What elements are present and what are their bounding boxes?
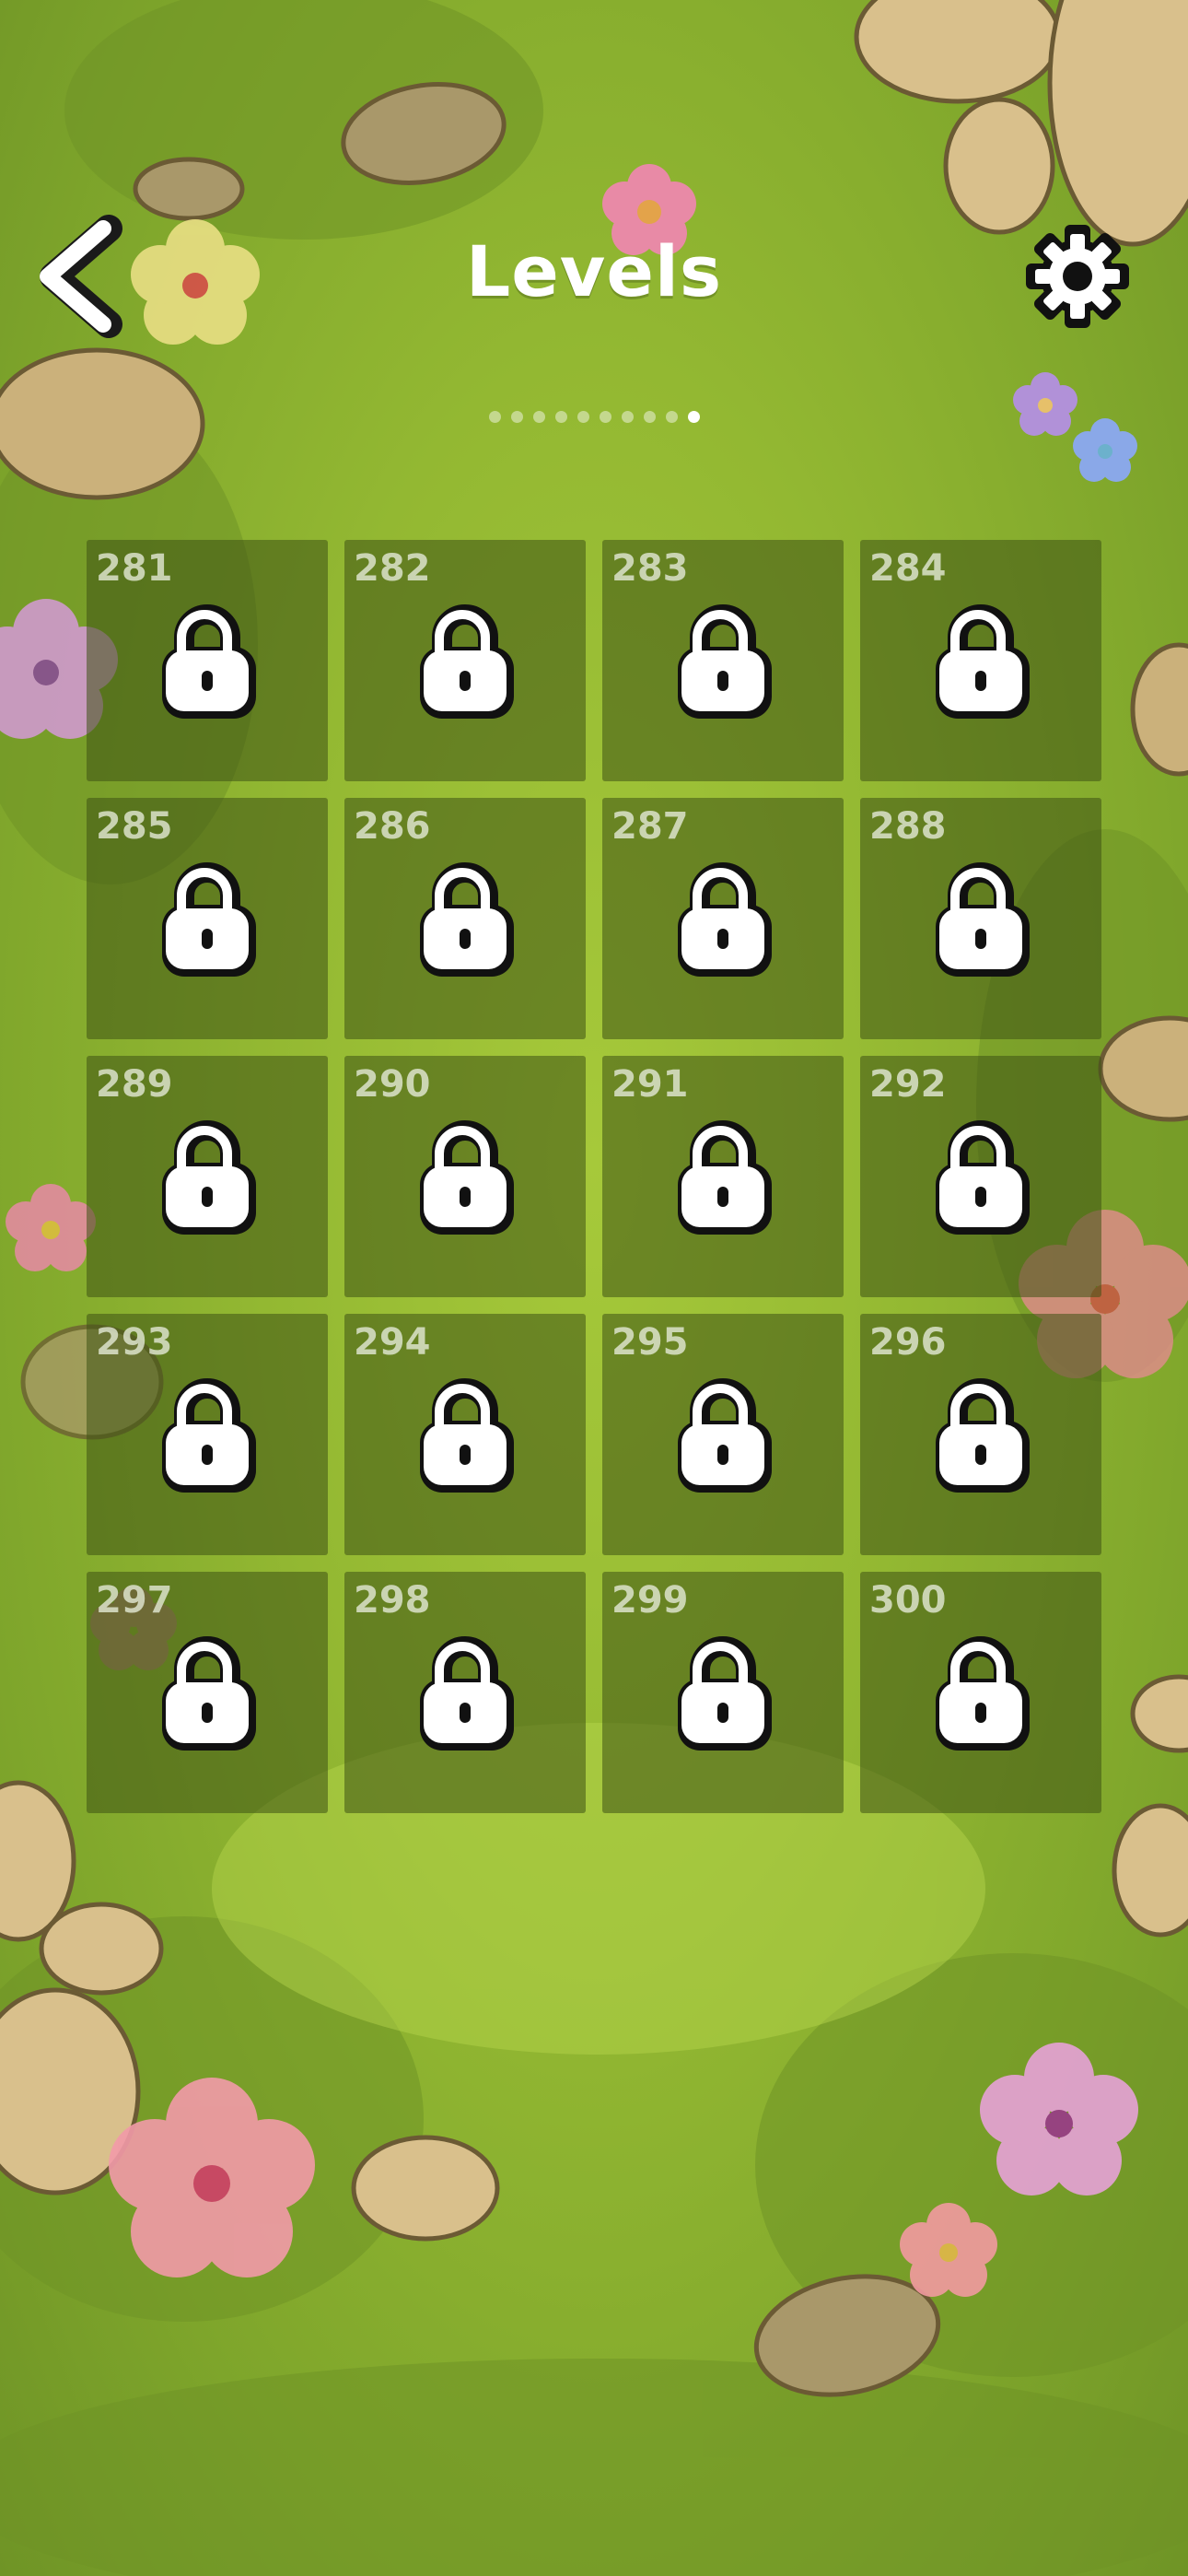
level-number: 299: [611, 1579, 689, 1622]
level-number: 295: [611, 1321, 689, 1364]
level-number: 284: [869, 547, 947, 590]
lock-icon: [416, 604, 514, 719]
level-tile-292[interactable]: 292: [860, 1056, 1101, 1297]
level-tile-300[interactable]: 300: [860, 1572, 1101, 1813]
level-tile-282[interactable]: 282: [344, 540, 586, 781]
lock-icon: [674, 1378, 772, 1493]
lock-icon: [932, 1120, 1030, 1235]
level-number: 293: [96, 1321, 173, 1364]
level-number: 291: [611, 1063, 689, 1106]
level-tile-296[interactable]: 296: [860, 1314, 1101, 1555]
gear-icon: [1026, 225, 1129, 328]
level-tile-287[interactable]: 287: [602, 798, 844, 1039]
level-number: 297: [96, 1579, 173, 1622]
page-dot-2[interactable]: [510, 411, 523, 423]
level-tile-281[interactable]: 281: [87, 540, 328, 781]
lock-icon: [674, 604, 772, 719]
level-number: 287: [611, 805, 689, 848]
lock-icon: [158, 1120, 256, 1235]
lock-icon: [158, 862, 256, 977]
level-number: 286: [354, 805, 431, 848]
level-tile-283[interactable]: 283: [602, 540, 844, 781]
level-tile-298[interactable]: 298: [344, 1572, 586, 1813]
page-dot-3[interactable]: [532, 411, 545, 423]
level-number: 288: [869, 805, 947, 848]
lock-icon: [416, 1636, 514, 1751]
page-dot-7[interactable]: [621, 411, 634, 423]
page-dot-1[interactable]: [488, 411, 501, 423]
level-number: 289: [96, 1063, 173, 1106]
level-number: 281: [96, 547, 173, 590]
level-number: 294: [354, 1321, 431, 1364]
lock-icon: [158, 1636, 256, 1751]
settings-button[interactable]: [1022, 221, 1133, 332]
lock-icon: [416, 1120, 514, 1235]
level-number: 282: [354, 547, 431, 590]
lock-icon: [674, 1636, 772, 1751]
page-dot-5[interactable]: [577, 411, 589, 423]
page-dot-10[interactable]: [687, 411, 700, 423]
level-number: 298: [354, 1579, 431, 1622]
level-tile-285[interactable]: 285: [87, 798, 328, 1039]
level-tile-284[interactable]: 284: [860, 540, 1101, 781]
level-grid: 281 282 283 284 285 286 287 288 289 290 …: [87, 540, 1101, 1813]
lock-icon: [674, 1120, 772, 1235]
level-number: 300: [869, 1579, 947, 1622]
level-tile-288[interactable]: 288: [860, 798, 1101, 1039]
level-tile-290[interactable]: 290: [344, 1056, 586, 1297]
lock-icon: [932, 1636, 1030, 1751]
page-dot-4[interactable]: [554, 411, 567, 423]
page-dot-6[interactable]: [599, 411, 611, 423]
lock-icon: [416, 862, 514, 977]
level-number: 296: [869, 1321, 947, 1364]
level-tile-291[interactable]: 291: [602, 1056, 844, 1297]
lock-icon: [416, 1378, 514, 1493]
level-number: 285: [96, 805, 173, 848]
level-tile-299[interactable]: 299: [602, 1572, 844, 1813]
page-title: Levels: [465, 230, 723, 312]
level-tile-294[interactable]: 294: [344, 1314, 586, 1555]
lock-icon: [158, 1378, 256, 1493]
lock-icon: [932, 604, 1030, 719]
page-indicator: [0, 411, 1188, 423]
level-tile-295[interactable]: 295: [602, 1314, 844, 1555]
level-number: 283: [611, 547, 689, 590]
level-tile-289[interactable]: 289: [87, 1056, 328, 1297]
lock-icon: [674, 862, 772, 977]
level-tile-297[interactable]: 297: [87, 1572, 328, 1813]
page-dot-8[interactable]: [643, 411, 656, 423]
header: Levels: [0, 0, 1188, 423]
lock-icon: [158, 604, 256, 719]
level-tile-293[interactable]: 293: [87, 1314, 328, 1555]
level-tile-286[interactable]: 286: [344, 798, 586, 1039]
lock-icon: [932, 862, 1030, 977]
level-number: 292: [869, 1063, 947, 1106]
lock-icon: [932, 1378, 1030, 1493]
page-dot-9[interactable]: [665, 411, 678, 423]
level-number: 290: [354, 1063, 431, 1106]
